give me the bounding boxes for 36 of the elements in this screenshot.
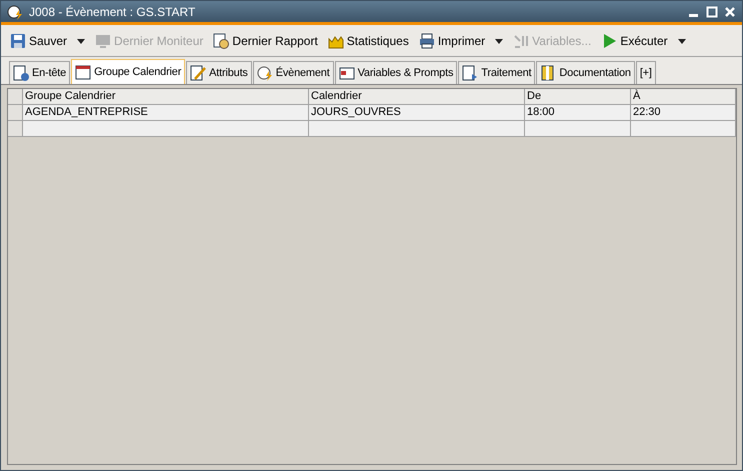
column-header: Calendrier [309,89,525,105]
maximize-icon[interactable] [706,6,718,18]
window-icon [338,65,355,81]
toolbar-button[interactable]: Imprimer [416,30,488,50]
table-cell: 18:00 [525,105,631,121]
tab[interactable]: [+] [636,61,656,84]
calendar-icon [75,64,92,80]
document-arrow-icon [462,65,478,81]
tab[interactable]: Variables & Prompts [334,61,458,84]
corner-header [8,89,23,105]
table-cell: AGENDA_ENTREPRISE [23,105,309,121]
pencil-document-icon [190,65,206,81]
book-icon [540,65,556,81]
column-header: Groupe Calendrier [23,89,309,105]
tab[interactable]: Traitement [458,61,536,84]
document-info-icon [13,65,29,81]
clock-lightning-icon [256,65,273,81]
column-header: De [525,89,631,105]
column-header: À [631,89,736,105]
tab[interactable]: Documentation [536,61,635,84]
tab[interactable]: Groupe Calendrier [71,59,186,84]
toolbar-button[interactable]: Sauver [7,30,70,50]
toolbar-button[interactable]: Dernier Rapport [210,30,321,50]
toolbar-button[interactable]: Exécuter [598,30,671,50]
tab[interactable]: En-tête [9,61,70,84]
window-title: J008 - Évènement : GS.START [29,4,196,18]
table-cell: JOURS_OUVRES [309,105,525,121]
tab[interactable]: Évènement [252,61,334,84]
tab[interactable]: Attributs [186,61,252,84]
play-icon [601,32,618,48]
toolbar-button[interactable]: Statistiques [324,30,412,50]
close-icon[interactable] [724,6,736,18]
printer-icon [418,32,435,48]
clock-lightning-icon [7,4,23,20]
table-cell: 22:30 [631,105,736,121]
monitor-icon [95,32,112,48]
